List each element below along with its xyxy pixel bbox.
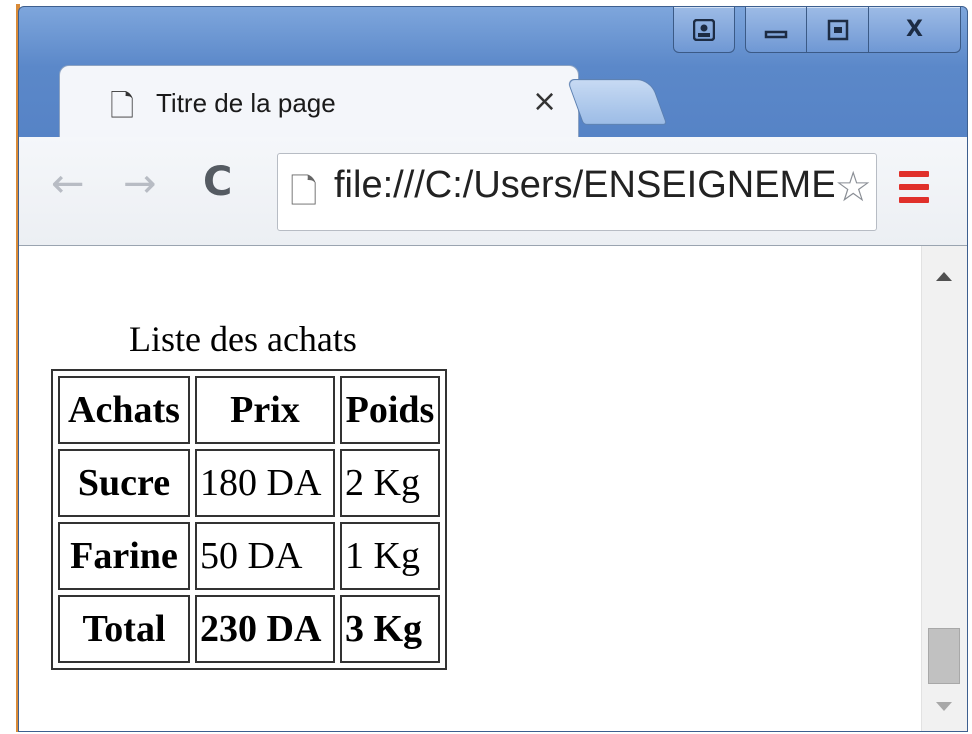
page-content: Liste des achats Achats Prix Poids Sucre…	[19, 246, 967, 731]
page-icon: 🗋	[110, 89, 135, 124]
column-header: Achats	[58, 376, 190, 444]
table-cell: 1 Kg	[340, 522, 440, 590]
new-tab-button[interactable]	[566, 79, 668, 125]
page-icon: 🗋	[290, 172, 318, 212]
browser-window: X 🗋 Titre de la page × ← → C 🗋 file:///C…	[18, 6, 968, 732]
address-bar[interactable]: 🗋 file:///C:/Users/ENSEIGNEMENT ☆	[277, 153, 877, 231]
table-cell: 180 DA	[195, 449, 335, 517]
table-cell: 3 Kg	[340, 595, 440, 663]
user-icon	[693, 18, 715, 41]
reload-icon[interactable]: C	[203, 159, 232, 205]
minimize-button[interactable]	[745, 7, 807, 53]
tab-title: Titre de la page	[156, 88, 336, 118]
minimize-icon	[764, 30, 788, 38]
close-icon: X	[906, 17, 923, 42]
table-cell: 50 DA	[195, 522, 335, 590]
scroll-down-arrow-icon[interactable]	[936, 702, 952, 711]
table-cell: 230 DA	[195, 595, 335, 663]
window-controls: X	[673, 7, 961, 57]
toolbar: ← → C 🗋 file:///C:/Users/ENSEIGNEMENT ☆	[19, 137, 967, 246]
table-cell: 2 Kg	[340, 449, 440, 517]
row-header: Total	[58, 595, 190, 663]
address-text[interactable]: file:///C:/Users/ENSEIGNEMENT	[334, 164, 834, 207]
vertical-scrollbar[interactable]	[921, 246, 967, 731]
table-row: Farine 50 DA 1 Kg	[58, 522, 440, 590]
tab-close-icon[interactable]: ×	[532, 84, 557, 119]
close-window-button[interactable]: X	[869, 7, 961, 53]
tab-active[interactable]: 🗋 Titre de la page ×	[59, 65, 579, 139]
forward-arrow-icon[interactable]: →	[123, 161, 157, 207]
hamburger-menu-icon[interactable]	[899, 171, 929, 211]
maximize-icon	[827, 19, 848, 40]
column-header: Poids	[340, 376, 440, 444]
purchases-table: Achats Prix Poids Sucre 180 DA 2 Kg Fari…	[51, 369, 447, 670]
row-header: Farine	[58, 522, 190, 590]
table-row-total: Total 230 DA 3 Kg	[58, 595, 440, 663]
column-header: Prix	[195, 376, 335, 444]
maximize-button[interactable]	[807, 7, 869, 53]
bookmark-star-icon[interactable]: ☆	[834, 162, 872, 211]
table-row: Sucre 180 DA 2 Kg	[58, 449, 440, 517]
back-arrow-icon[interactable]: ←	[51, 161, 85, 207]
profile-button[interactable]	[673, 7, 735, 53]
row-header: Sucre	[58, 449, 190, 517]
table-header-row: Achats Prix Poids	[58, 376, 440, 444]
scroll-thumb[interactable]	[928, 628, 960, 684]
scroll-up-arrow-icon[interactable]	[936, 272, 952, 281]
table-caption: Liste des achats	[129, 319, 357, 359]
